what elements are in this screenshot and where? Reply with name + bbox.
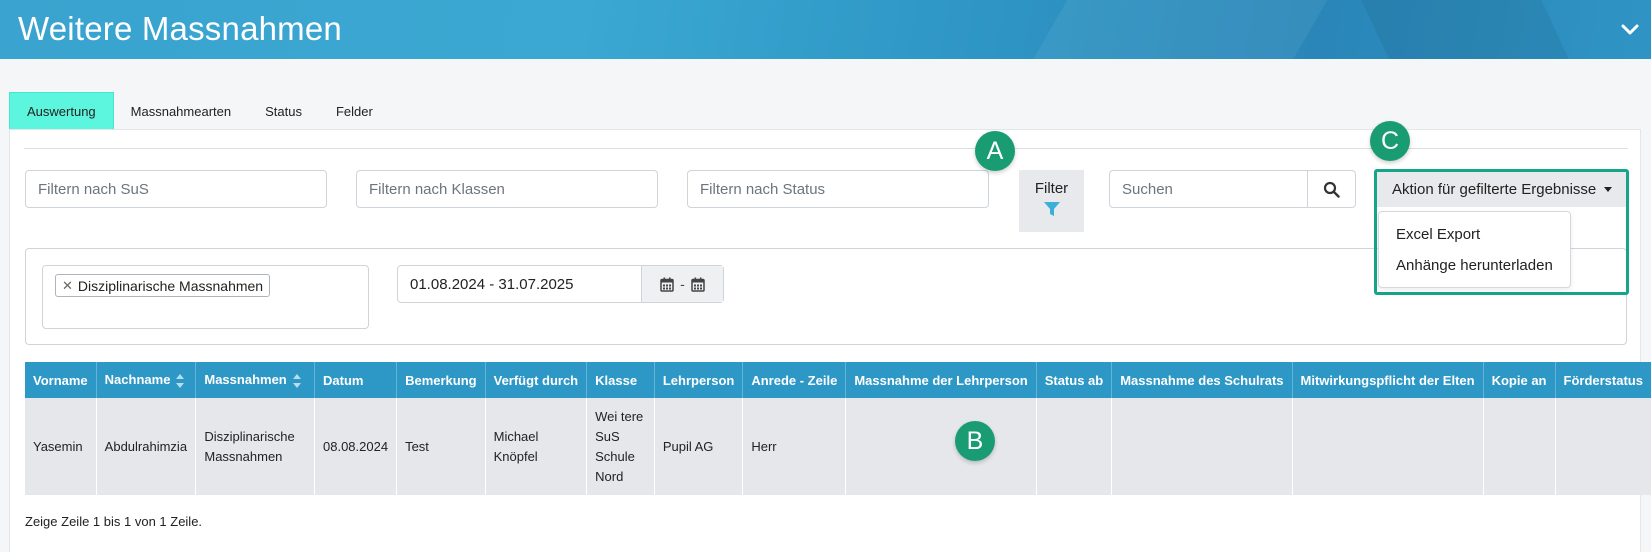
page-header: Weitere Massnahmen (0, 0, 1651, 59)
column-header-mitwirkungspflicht[interactable]: Mitwirkungspflicht der Elten (1292, 362, 1484, 398)
date-range-input[interactable]: 01.08.2024 - 31.07.2025 (398, 266, 641, 302)
table-cell: Herr (742, 398, 847, 495)
column-header-anrede-zeile[interactable]: Anrede - Zeile (742, 362, 847, 398)
table-cell: Yasemin (25, 398, 97, 495)
annotation-badge-b: B (955, 421, 995, 461)
column-header-status-ab[interactable]: Status ab (1036, 362, 1113, 398)
date-separator: - (680, 276, 685, 292)
column-header-kopie-an[interactable]: Kopie an (1483, 362, 1556, 398)
tab-auswertung[interactable]: Auswertung (9, 92, 114, 130)
date-picker-buttons: - (641, 266, 723, 302)
table-cell: Test (396, 398, 486, 495)
column-header-klasse[interactable]: Klasse (586, 362, 655, 398)
funnel-icon (1043, 202, 1060, 216)
sort-icon[interactable] (176, 373, 185, 388)
klassen-filter-input[interactable]: Filtern nach Klassen (356, 170, 658, 208)
tab-status[interactable]: Status (248, 92, 319, 130)
tag-label: Disziplinarische Massnahmen (77, 277, 264, 294)
table-cell: Pupil AG (654, 398, 744, 495)
column-header-massnahme-lehrperson[interactable]: Massnahme der Lehrperson (845, 362, 1037, 398)
menu-item-excel-export[interactable]: Excel Export (1379, 219, 1570, 250)
table-cell (1036, 398, 1113, 495)
annotation-badge-a: A (975, 131, 1015, 171)
caret-down-icon (1604, 187, 1613, 192)
column-header-datum[interactable]: Datum (314, 362, 398, 398)
date-range-field: 01.08.2024 - 31.07.2025 - (397, 265, 724, 303)
annotation-badge-c: C (1370, 121, 1410, 161)
table-row[interactable]: Yasemin Abdulrahimzia Disziplinarische M… (25, 398, 1651, 495)
status-filter-input[interactable]: Filtern nach Status (687, 170, 989, 208)
sort-icon[interactable] (292, 373, 301, 388)
action-dropdown-menu: Excel Export Anhänge herunterladen (1378, 211, 1571, 288)
table-header-row: Vorname Nachname Massnahmen Datum Bemerk… (25, 362, 1651, 398)
search-button[interactable] (1307, 171, 1355, 207)
chevron-down-icon[interactable] (1618, 18, 1642, 42)
remove-tag-icon[interactable]: ✕ (62, 278, 73, 294)
table-cell (1555, 398, 1651, 495)
action-dropdown-label: Aktion für gefilterte Ergebnisse (1392, 181, 1597, 198)
table-cell: Michael Knöpfel (485, 398, 588, 495)
table-cell (1292, 398, 1484, 495)
column-header-vorname[interactable]: Vorname (25, 362, 97, 398)
selected-tag: ✕ Disziplinarische Massnahmen (55, 274, 271, 297)
filter-button-label: Filter (1034, 180, 1069, 197)
menu-item-download-attachments[interactable]: Anhänge herunterladen (1379, 250, 1570, 281)
column-header-verfuegt-durch[interactable]: Verfügt durch (485, 362, 588, 398)
table-cell (1483, 398, 1556, 495)
sus-filter-input[interactable]: Filtern nach SuS (25, 170, 327, 208)
table-cell: Disziplinarische Massnahmen (195, 398, 315, 495)
column-header-lehrperson[interactable]: Lehrperson (654, 362, 744, 398)
table-cell: Wei tere SuS Schule Nord (586, 398, 655, 495)
column-header-nachname[interactable]: Nachname (96, 362, 197, 398)
column-header-foerderstatus[interactable]: Förderstatus (1555, 362, 1651, 398)
results-table: Vorname Nachname Massnahmen Datum Bemerk… (25, 362, 1651, 495)
action-dropdown-button[interactable]: Aktion für gefilterte Ergebnisse (1377, 172, 1626, 207)
pagination-summary: Zeige Zeile 1 bis 1 von 1 Zeile. (25, 514, 203, 529)
table-cell: 08.08.2024 (314, 398, 398, 495)
column-header-bemerkung[interactable]: Bemerkung (396, 362, 486, 398)
column-header-massnahmen[interactable]: Massnahmen (195, 362, 315, 398)
search-icon (1323, 181, 1340, 198)
tab-massnahmearten[interactable]: Massnahmearten (114, 92, 248, 130)
tab-bar: Auswertung Massnahmearten Status Felder (9, 92, 390, 130)
tab-felder[interactable]: Felder (319, 92, 390, 130)
page-title: Weitere Massnahmen (18, 10, 342, 47)
table-cell: Abdulrahimzia (96, 398, 197, 495)
calendar-end-icon[interactable] (691, 277, 705, 292)
calendar-start-icon[interactable] (660, 277, 674, 292)
table-cell (1111, 398, 1293, 495)
filter-button[interactable]: Filter (1019, 170, 1084, 232)
search-field: Suchen (1109, 170, 1356, 208)
column-header-massnahme-schulrat[interactable]: Massnahme des Schulrats (1111, 362, 1293, 398)
search-input[interactable]: Suchen (1110, 171, 1307, 207)
table-cell (845, 398, 1037, 495)
